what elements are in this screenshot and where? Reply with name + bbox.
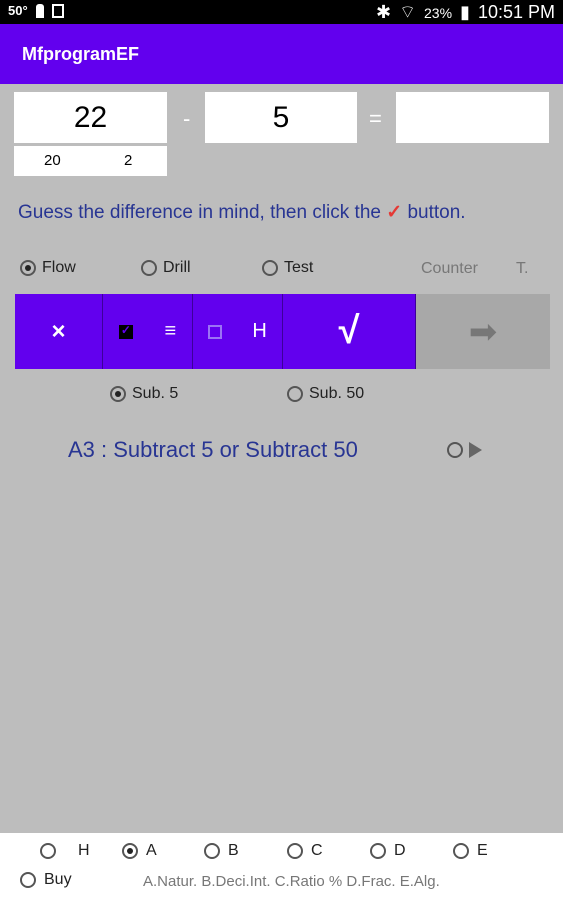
option-label: C (311, 842, 323, 859)
sub-5-option[interactable]: Sub. 5 (110, 385, 178, 403)
radio-icon (287, 386, 303, 402)
radio-icon (370, 843, 386, 859)
radio-icon (20, 260, 36, 276)
bottom-option-a[interactable]: A (122, 842, 157, 860)
lesson-title: A3 : Subtract 5 or Subtract 50 (68, 437, 358, 462)
wifi-icon: ⌔ (399, 2, 417, 22)
instruction-text: Guess the difference in mind, then click… (18, 201, 466, 224)
minus-sign: - (183, 106, 191, 131)
list-toggle-button[interactable]: ≡ (103, 294, 193, 369)
instruction-before: Guess the difference in mind, then click… (18, 202, 381, 223)
checked-checkbox-icon (118, 323, 133, 339)
next-arrow-button[interactable]: ➡ (416, 294, 550, 369)
battery-icon: ▮ (460, 2, 470, 22)
radio-icon (141, 260, 157, 276)
status-bar: 50° ✱ ⌔ 23% ▮ 10:51 PM (0, 0, 563, 24)
timer-label[interactable]: T. (516, 260, 528, 278)
play-icon[interactable] (469, 442, 482, 458)
red-check-icon: ✓ (386, 202, 403, 223)
bluetooth-icon: ✱ (376, 2, 392, 22)
bottom-option-d[interactable]: D (370, 842, 406, 860)
counter-label[interactable]: Counter (421, 260, 478, 278)
battery-text: 23% (424, 4, 453, 21)
equals-sign: = (369, 106, 382, 131)
radio-icon[interactable] (447, 442, 463, 458)
bottom-option-h[interactable]: H (40, 842, 90, 860)
radio-icon (453, 843, 469, 859)
app-title: MfprogramEF (22, 44, 139, 64)
unchecked-checkbox-icon (208, 324, 223, 339)
operand1-box: 22 (14, 92, 167, 143)
radio-icon (287, 843, 303, 859)
bottom-option-b[interactable]: B (204, 842, 239, 860)
mode-label: Flow (42, 259, 76, 276)
option-label: H (78, 842, 90, 859)
mode-test[interactable]: Test (262, 259, 313, 277)
bottom-bar: H A B C D E Buy A.Natur. B.Deci.Int. C.R… (0, 833, 563, 900)
mode-label: Drill (163, 259, 191, 276)
clear-button[interactable]: × (15, 294, 103, 369)
sub-50-option[interactable]: Sub. 50 (287, 385, 364, 403)
option-label: E (477, 842, 488, 859)
hint-value-1: 20 (44, 152, 61, 169)
app-bar: MfprogramEF (0, 24, 563, 84)
h-label: H (252, 320, 267, 342)
mode-label: Test (284, 259, 314, 276)
buy-label: Buy (44, 871, 72, 888)
sub-label: Sub. 5 (132, 385, 179, 402)
operand2-box: 5 (205, 92, 357, 143)
bottom-option-c[interactable]: C (287, 842, 323, 860)
temperature-text: 50° (8, 3, 28, 18)
radio-icon (204, 843, 220, 859)
option-label: B (228, 842, 239, 859)
mode-drill[interactable]: Drill (141, 259, 191, 277)
option-label: D (394, 842, 406, 859)
h-toggle-button[interactable]: H (193, 294, 283, 369)
radio-icon (40, 843, 56, 859)
radio-icon (110, 386, 126, 402)
category-description: A.Natur. B.Deci.Int. C.Ratio % D.Frac. E… (143, 873, 440, 890)
lesson-play-control[interactable] (447, 442, 482, 458)
answer-field[interactable] (396, 92, 549, 143)
hint-value-2: 2 (124, 152, 133, 169)
person-icon (35, 3, 44, 18)
bottom-option-e[interactable]: E (453, 842, 488, 860)
sub-label: Sub. 50 (309, 385, 365, 402)
clock-text: 10:51 PM (477, 2, 555, 22)
check-button[interactable]: √ (283, 294, 416, 369)
radio-icon (20, 872, 36, 888)
radio-icon (262, 260, 278, 276)
instruction-after: button. (407, 202, 466, 223)
option-label: A (146, 842, 157, 859)
image-icon (51, 3, 64, 18)
mode-flow[interactable]: Flow (20, 259, 76, 277)
hint-box: 20 2 (14, 146, 167, 176)
buy-option[interactable]: Buy (20, 871, 72, 889)
radio-icon (122, 843, 138, 859)
list-icon: ≡ (164, 320, 177, 342)
